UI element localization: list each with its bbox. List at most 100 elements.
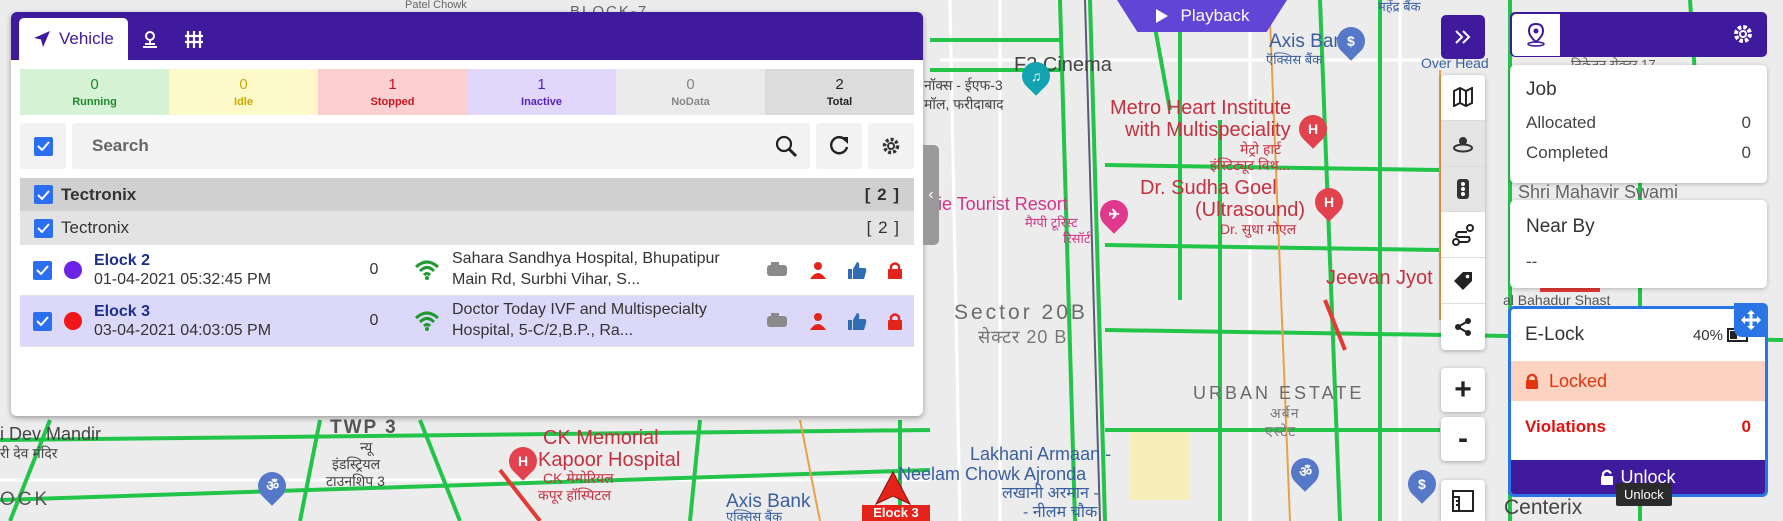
driver-pin-icon — [142, 31, 157, 48]
move-icon — [1741, 310, 1761, 330]
map-label-ck1: CK Memorial — [543, 427, 659, 449]
map-label-axis-top-hi: ऍक्सिस बैंक — [1266, 52, 1323, 67]
vehicle-row[interactable]: Elock 2 01-04-2021 05:32:45 PM 0 Sahara S… — [20, 245, 914, 296]
nearby-value: -- — [1526, 252, 1538, 271]
share-button[interactable] — [1441, 304, 1485, 350]
battery-percent: 40% — [1692, 326, 1723, 344]
stat-label: Running — [72, 96, 117, 108]
map-label-cinema-hi2: मॉल, फरीदाबाद — [924, 96, 1004, 112]
map-label-urban1: URBAN ESTATE — [1193, 383, 1365, 403]
route-button[interactable] — [1441, 212, 1485, 259]
settings-button[interactable] — [868, 123, 914, 169]
search-box — [72, 123, 810, 169]
job-title: Job — [1526, 79, 1557, 100]
thumbs-up-icon[interactable] — [847, 312, 867, 330]
chevron-left-icon: ‹ — [928, 186, 934, 203]
check-icon — [37, 223, 50, 233]
zoom-in-button[interactable]: + — [1441, 368, 1485, 412]
collapse-panel-button[interactable]: ‹ — [923, 145, 939, 245]
label-button[interactable] — [1441, 258, 1485, 304]
vehicle-row[interactable]: Elock 3 03-04-2021 04:03:05 PM 0 Doctor T… — [20, 296, 914, 347]
vehicle-speed: 0 — [369, 261, 379, 278]
stat-idle[interactable]: 0 Idle — [169, 69, 318, 115]
vehicle-checkbox[interactable] — [32, 260, 52, 280]
map-label-sector1: Sector 20B — [954, 301, 1088, 324]
lock-status: Locked — [1511, 361, 1765, 401]
map-label-mohinder: महेंद्र बैंक — [1378, 0, 1421, 14]
vehicle-name[interactable]: Elock 3 — [94, 302, 344, 321]
map-label-sudha1: Dr. Sudha Goel — [1140, 177, 1277, 199]
thumbs-up-icon[interactable] — [847, 261, 867, 279]
subgroup-row[interactable]: Tectronix [ 2 ] — [20, 211, 914, 245]
stat-value: 1 — [537, 76, 546, 93]
stat-total[interactable]: 2 Total — [765, 69, 914, 115]
stat-value: 2 — [835, 76, 844, 93]
move-card-handle[interactable] — [1734, 303, 1768, 337]
stat-stopped[interactable]: 1 Stopped — [318, 69, 467, 115]
poi-button[interactable] — [1441, 120, 1485, 167]
vehicle-checkbox[interactable] — [32, 311, 52, 331]
search-icon[interactable] — [774, 134, 798, 158]
search-input[interactable] — [92, 136, 774, 156]
check-icon — [35, 265, 49, 275]
stat-inactive[interactable]: 1 Inactive — [467, 69, 616, 115]
subgroup-checkbox[interactable] — [34, 218, 53, 238]
measure-button[interactable] — [1441, 480, 1485, 521]
select-all[interactable] — [20, 123, 66, 169]
vehicle-arrow-icon[interactable] — [872, 470, 914, 506]
map-label-jeevan: Jeevan Jyot — [1326, 267, 1433, 289]
tab-driver[interactable] — [128, 18, 172, 60]
vehicle-list: Elock 2 01-04-2021 05:32:45 PM 0 Sahara S… — [11, 245, 923, 347]
subgroup-name: Tectronix — [61, 218, 130, 237]
stat-value: 0 — [239, 76, 248, 93]
map-icon — [1453, 87, 1473, 108]
nearby-card: Near By -- — [1510, 200, 1767, 288]
traffic-light-icon — [1457, 178, 1469, 199]
playback-button[interactable]: Playback — [1117, 0, 1287, 32]
engine-icon[interactable] — [765, 262, 789, 278]
select-all-checkbox[interactable] — [33, 136, 53, 156]
driver-icon[interactable] — [809, 312, 827, 330]
stat-label: NoData — [671, 96, 710, 108]
job-completed-row: Completed 0 — [1526, 143, 1751, 163]
tab-geofence[interactable] — [172, 18, 216, 60]
map-label-lakhani2: Neelam Chowk Ajronda — [898, 464, 1087, 484]
traffic-button[interactable] — [1441, 166, 1485, 213]
expand-button[interactable] — [1441, 15, 1485, 59]
engine-icon[interactable] — [765, 313, 789, 329]
group-name: Tectronix — [61, 184, 137, 204]
map-label-twp2: न्यू — [360, 439, 373, 455]
vehicle-speed: 0 — [369, 312, 379, 329]
driver-icon[interactable] — [809, 261, 827, 279]
gear-icon — [882, 137, 900, 155]
vehicle-address: Sahara Sandhya Hospital, Bhupatipur Main… — [452, 250, 720, 288]
group-row[interactable]: Tectronix [ 2 ] — [20, 178, 914, 211]
zoom-out-button[interactable]: - — [1441, 417, 1485, 461]
job-completed-label: Completed — [1526, 143, 1609, 162]
vehicle-name[interactable]: Elock 2 — [94, 251, 344, 270]
gear-icon[interactable] — [1731, 22, 1755, 46]
signal-icon — [414, 311, 440, 331]
play-icon — [1155, 9, 1168, 23]
vehicle-marker-label[interactable]: Elock 3 — [862, 505, 930, 521]
map-type-button[interactable] — [1441, 75, 1485, 121]
stat-running[interactable]: 0 Running — [20, 69, 169, 115]
stat-label: Stopped — [370, 96, 415, 108]
map-label-urban2: अर्बन — [1270, 405, 1300, 421]
lock-status-label: Locked — [1549, 370, 1608, 391]
tab-vehicle[interactable]: Vehicle — [19, 18, 128, 60]
map-label-twp1: TWP 3 — [330, 417, 398, 438]
violations-label: Violations — [1525, 417, 1606, 436]
violations-row: Violations 0 — [1511, 401, 1765, 453]
map-label-twp4: टाउनशिप 3 — [326, 473, 385, 489]
group-checkbox[interactable] — [34, 185, 53, 204]
location-tab[interactable] — [1512, 14, 1560, 56]
status-dot — [64, 261, 82, 279]
stat-label: Inactive — [521, 96, 562, 108]
lock-icon[interactable] — [887, 312, 903, 330]
refresh-button[interactable] — [816, 123, 862, 169]
lock-icon[interactable] — [887, 261, 903, 279]
stat-nodata[interactable]: 0 NoData — [616, 69, 765, 115]
check-icon — [35, 316, 49, 326]
refresh-icon — [830, 136, 849, 155]
